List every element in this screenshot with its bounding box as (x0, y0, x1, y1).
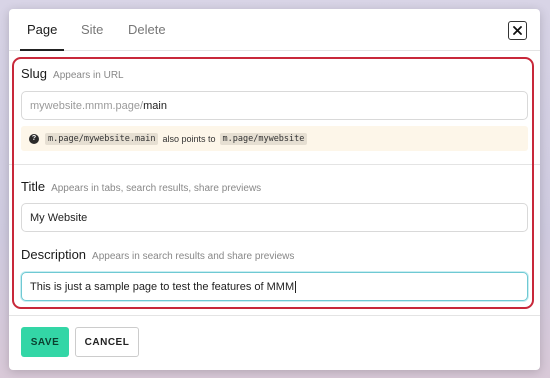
cancel-button[interactable]: CANCEL (75, 327, 139, 357)
slug-notice: ? m.page/mywebsite.main also points to m… (21, 126, 528, 151)
tab-delete[interactable]: Delete (128, 22, 166, 37)
save-button[interactable]: SAVE (21, 327, 69, 357)
notice-domain-b: m.page/mywebsite (219, 132, 308, 145)
help-icon: ? (29, 133, 39, 144)
slug-value: main (143, 99, 167, 112)
slug-prefix: mywebsite.mmm.page/ (30, 99, 144, 112)
section-divider (9, 164, 540, 165)
tab-site[interactable]: Site (81, 22, 103, 37)
slug-hint: Appears in URL (53, 70, 124, 81)
notice-domain-a: m.page/mywebsite.main (45, 132, 159, 145)
description-hint: Appears in search results and share prev… (92, 251, 295, 262)
title-label: Title (21, 179, 46, 194)
tab-page[interactable]: Page (27, 22, 57, 37)
slug-label-row: Slug Appears in URL (21, 66, 124, 81)
title-input[interactable]: My Website (21, 203, 528, 232)
description-label: Description (21, 247, 87, 262)
slug-label: Slug (21, 66, 48, 81)
text-caret (295, 280, 297, 293)
title-label-row: Title Appears in tabs, search results, s… (21, 179, 261, 194)
footer-divider (9, 315, 540, 316)
tab-bar: Page Site Delete (9, 9, 540, 51)
notice-middle-text: also points to (162, 133, 216, 144)
slug-input[interactable]: mywebsite.mmm.page/ main (21, 91, 528, 120)
description-value: This is just a sample page to test the f… (30, 280, 295, 293)
close-button[interactable] (508, 21, 527, 40)
settings-modal: Page Site Delete Slug Appears in URL myw… (9, 9, 540, 370)
title-hint: Appears in tabs, search results, share p… (51, 183, 262, 194)
description-label-row: Description Appears in search results an… (21, 247, 294, 262)
title-value: My Website (30, 211, 88, 224)
description-input[interactable]: This is just a sample page to test the f… (21, 272, 528, 301)
active-tab-indicator (20, 49, 64, 51)
close-icon (513, 26, 522, 35)
